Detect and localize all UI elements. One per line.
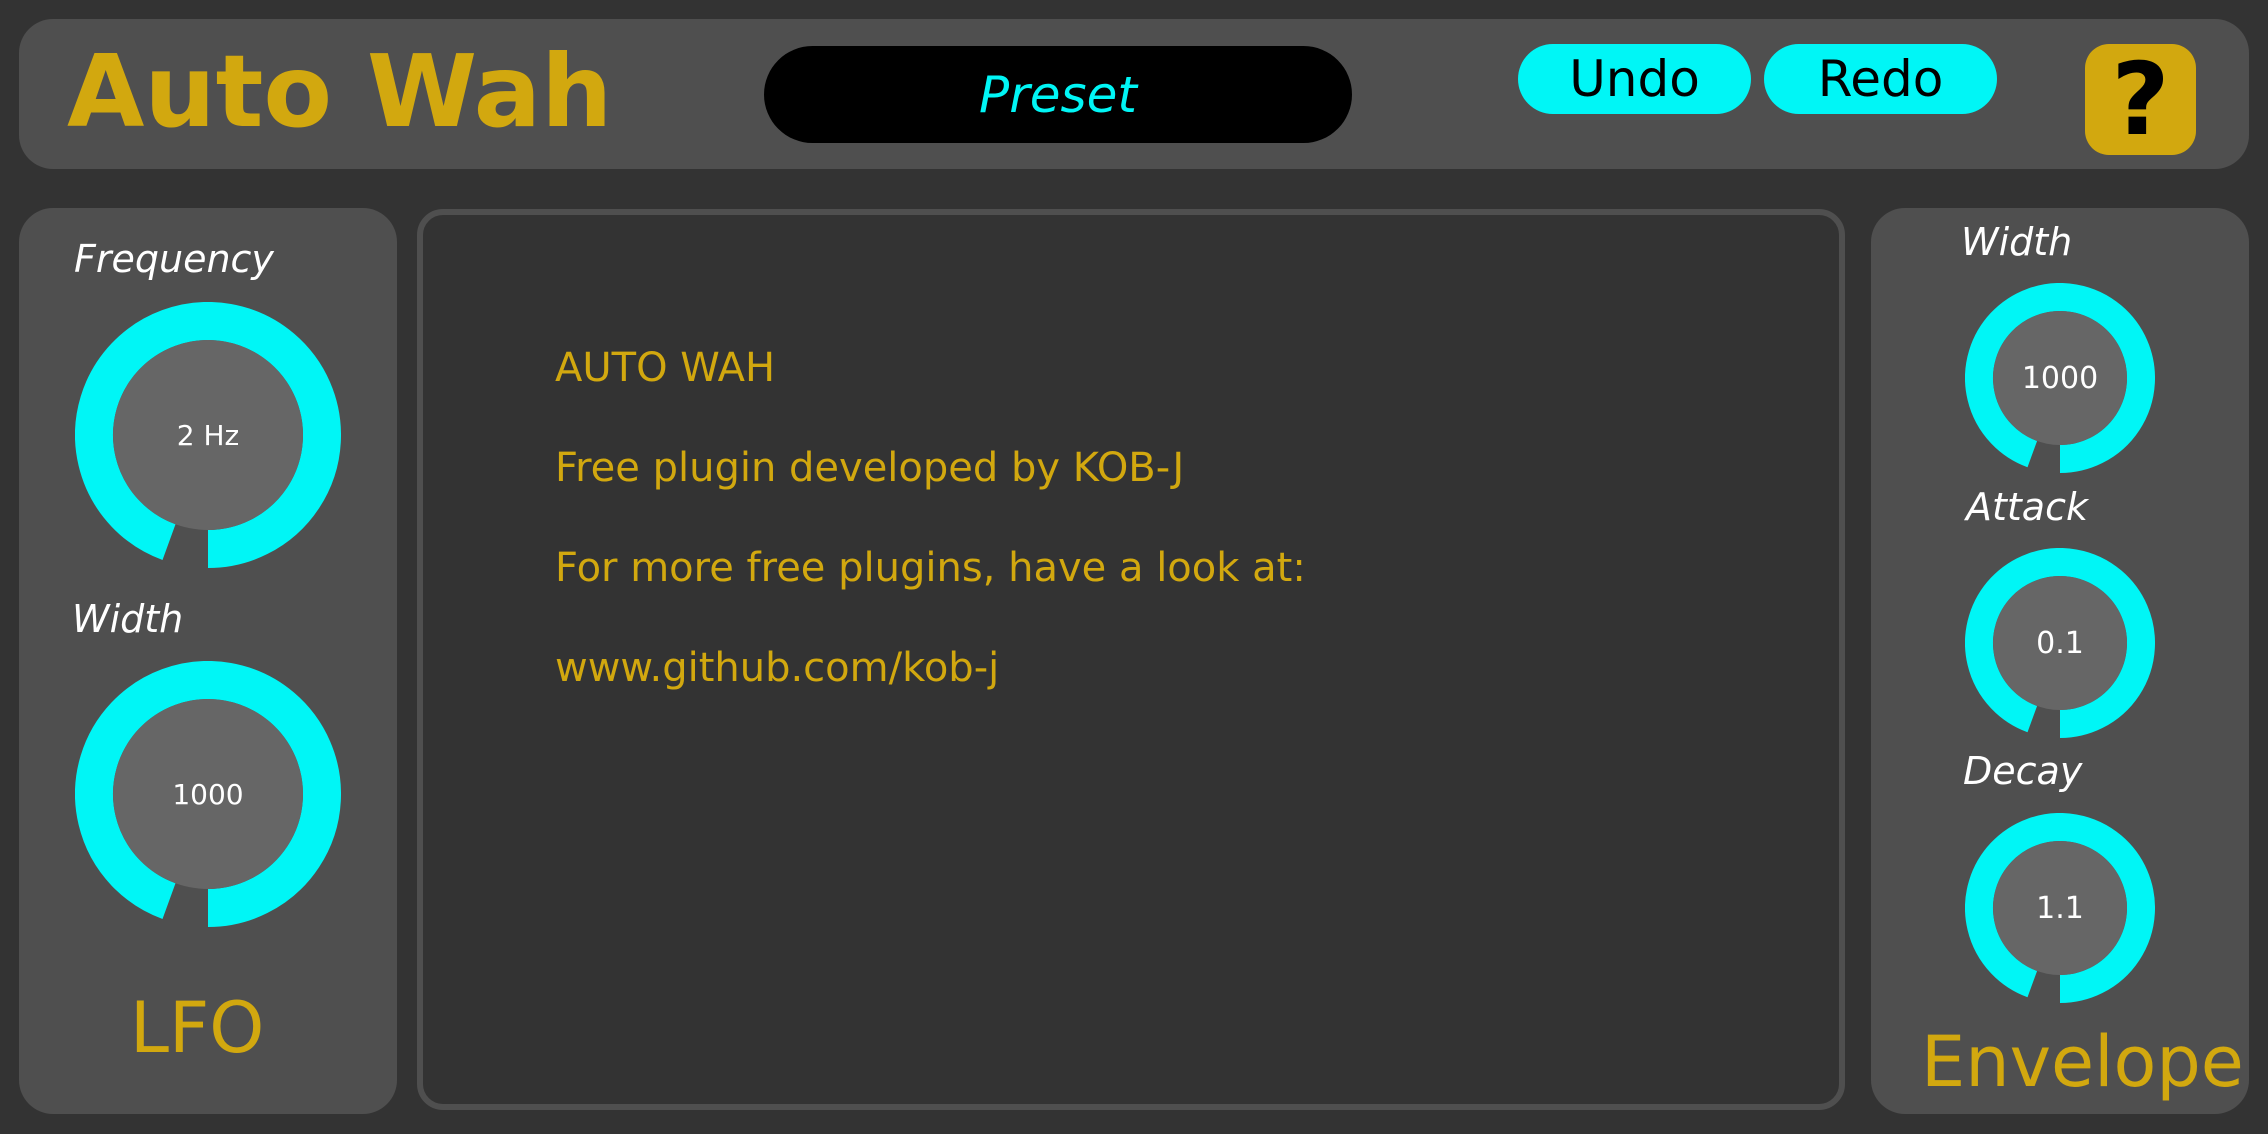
envelope-section-label: Envelope bbox=[1921, 1021, 2244, 1103]
envelope-width-knob[interactable]: 1000 bbox=[1965, 283, 2155, 473]
lfo-width-knob[interactable]: 1000 bbox=[75, 661, 341, 927]
undo-button[interactable]: Undo bbox=[1518, 44, 1751, 114]
info-panel: AUTO WAH Free plugin developed by KOB-J … bbox=[417, 209, 1845, 1110]
envelope-attack-knob[interactable]: 0.1 bbox=[1965, 548, 2155, 738]
envelope-decay-knob[interactable]: 1.1 bbox=[1965, 813, 2155, 1003]
info-title: AUTO WAH bbox=[555, 345, 776, 391]
envelope-attack-label: Attack bbox=[1966, 485, 2088, 529]
app-title: Auto Wah bbox=[67, 33, 613, 150]
knob-body bbox=[1993, 311, 2127, 445]
lfo-section-label: LFO bbox=[130, 987, 265, 1069]
lfo-frequency-knob[interactable]: 2 Hz bbox=[75, 302, 341, 568]
header-bar: Auto Wah Preset Undo Redo ? bbox=[19, 19, 2249, 169]
knob-body bbox=[1993, 576, 2127, 710]
envelope-panel: Width 1000 Attack 0.1 Decay 1.1 Envelope bbox=[1871, 208, 2249, 1114]
info-url: www.github.com/kob-j bbox=[555, 645, 1000, 691]
lfo-frequency-label: Frequency bbox=[74, 237, 274, 281]
envelope-width-label: Width bbox=[1961, 220, 2073, 264]
info-more-plugins: For more free plugins, have a look at: bbox=[555, 545, 1306, 591]
lfo-width-label: Width bbox=[72, 597, 184, 641]
knob-body bbox=[1993, 841, 2127, 975]
preset-selector[interactable]: Preset bbox=[764, 46, 1352, 143]
knob-body bbox=[113, 340, 303, 530]
redo-button[interactable]: Redo bbox=[1764, 44, 1997, 114]
info-developer: Free plugin developed by KOB-J bbox=[555, 445, 1185, 491]
help-icon: ? bbox=[2111, 41, 2170, 158]
envelope-decay-label: Decay bbox=[1963, 749, 2083, 793]
knob-body bbox=[113, 699, 303, 889]
help-button[interactable]: ? bbox=[2085, 41, 2196, 158]
lfo-panel: Frequency 2 Hz Width 1000 LFO bbox=[19, 208, 397, 1114]
